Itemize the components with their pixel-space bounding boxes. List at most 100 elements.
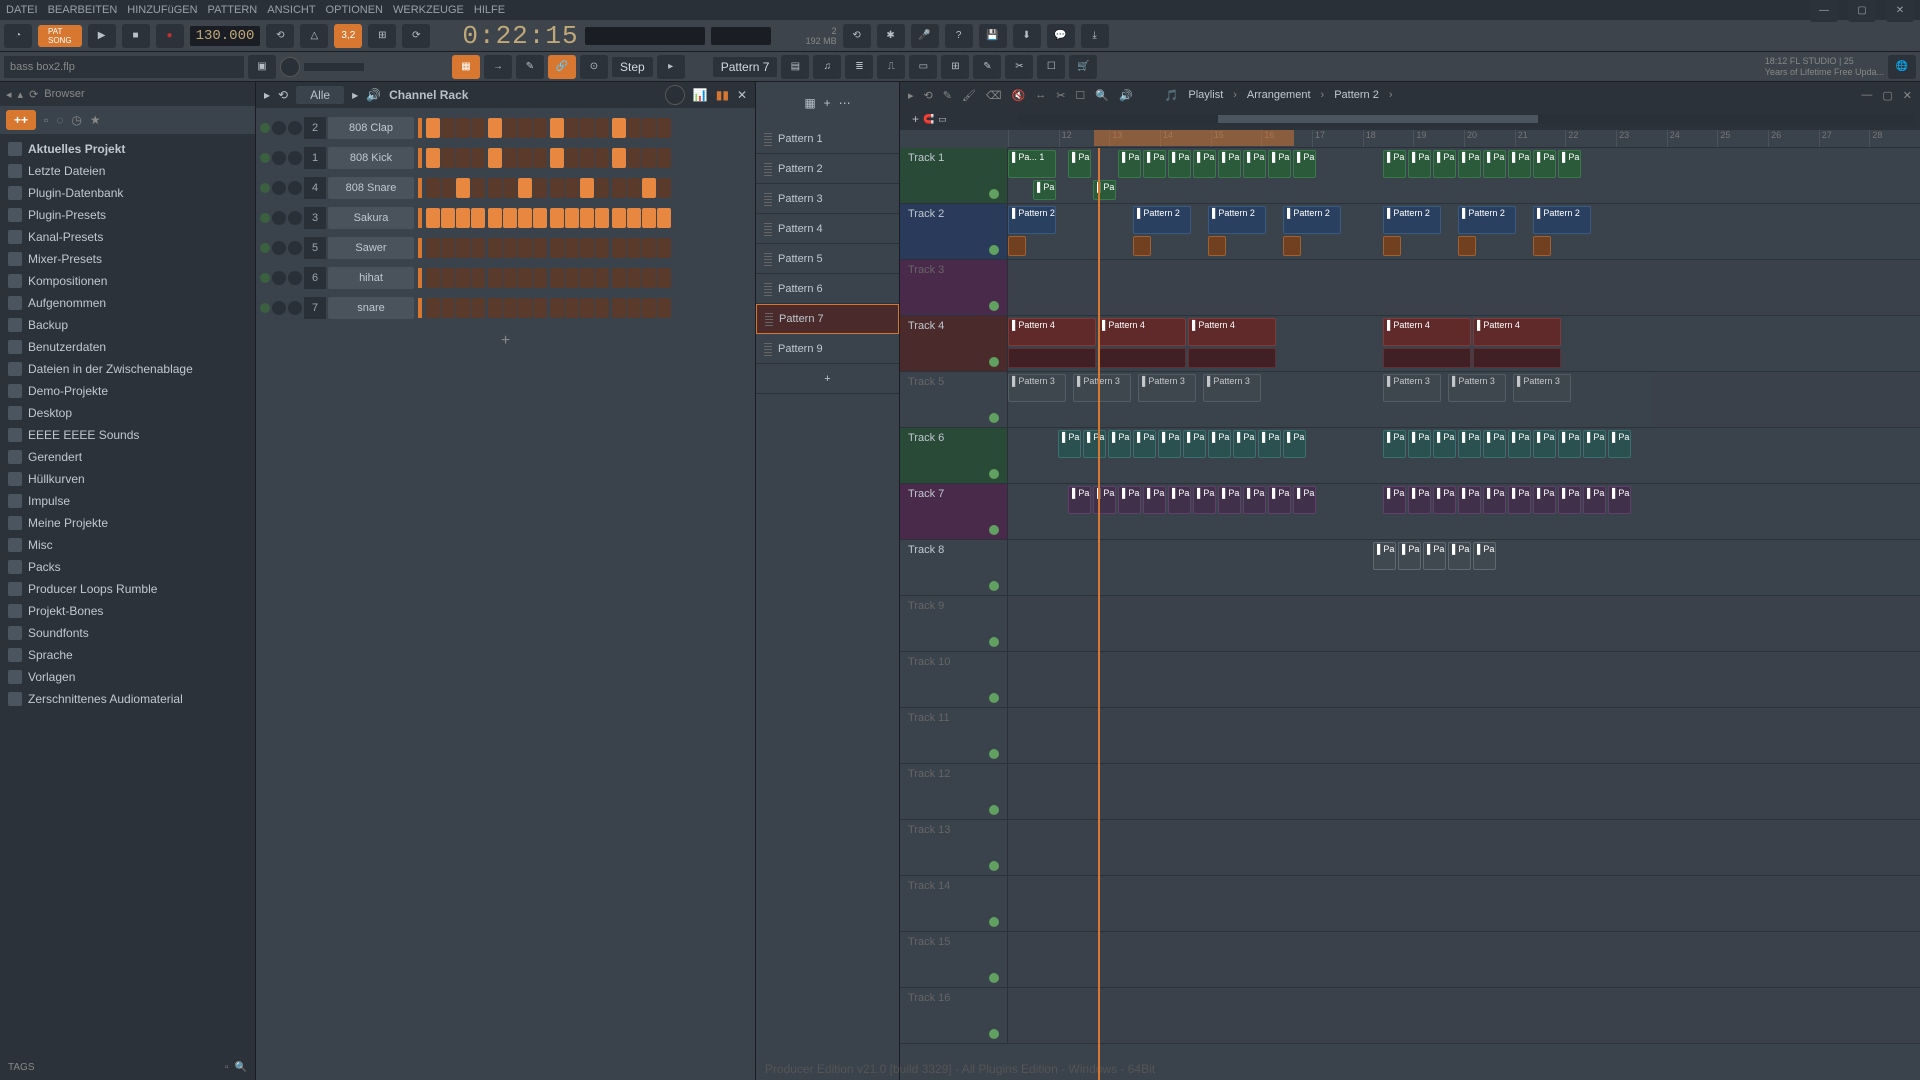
channel-name-button[interactable]: 808 Clap [328,117,414,139]
clip[interactable]: ▌Pa... 6 [1508,486,1531,514]
playlist-minimap[interactable] [1018,114,1914,124]
breadcrumb-arrangement[interactable]: Arrangement [1247,89,1311,101]
track-header[interactable]: Track 13 [900,820,1008,875]
pattern-item[interactable]: Pattern 4 [756,214,899,244]
step-cell[interactable] [456,178,470,198]
track-header[interactable]: Track 7 [900,484,1008,539]
step-cell[interactable] [441,118,455,138]
pl-tool-draw-icon[interactable]: ✎ [943,89,952,102]
channel-mute-led[interactable] [260,183,270,193]
track-lane[interactable] [1008,988,1920,1043]
pl-tool-zoom-icon[interactable]: 🔍 [1095,89,1109,102]
clip[interactable]: ▌Pa... 6 [1533,486,1556,514]
clip[interactable]: ▌Pa... 6 [1608,486,1631,514]
plugin-picker-icon[interactable]: ⊞ [941,55,969,79]
render-icon[interactable]: ⬇ [1013,24,1041,48]
main-pitch-slider[interactable] [304,63,364,71]
browser-item[interactable]: Vorlagen [0,666,255,688]
snap-next-icon[interactable]: ▸ [657,55,685,79]
step-cell[interactable] [503,298,517,318]
live-mode-icon[interactable]: ⊙ [580,55,608,79]
step-cell[interactable] [426,208,440,228]
step-cell[interactable] [518,268,532,288]
clip[interactable]: ▌Pa... 6 [1093,486,1116,514]
step-cell[interactable] [533,178,547,198]
clip[interactable]: ▌Pattern 4 [1383,318,1471,346]
clip[interactable]: ▌Pa... 6 [1608,430,1631,458]
channel-select[interactable] [418,208,422,228]
track-header[interactable]: Track 8 [900,540,1008,595]
menu-datei[interactable]: DATEI [6,4,38,16]
time-counter[interactable]: 0:22:15 [462,21,578,51]
channel-name-button[interactable]: Sakura [328,207,414,229]
track-header[interactable]: Track 11 [900,708,1008,763]
step-cell[interactable] [426,268,440,288]
step-cell[interactable] [456,298,470,318]
pl-source-icon[interactable]: 🎵 [1165,89,1179,102]
cr-restart-icon[interactable]: ⟲ [278,88,288,102]
browser-item[interactable]: Kanal-Presets [0,226,255,248]
step-cell[interactable] [456,268,470,288]
clip[interactable]: ▌Pattern 3 [1008,374,1066,402]
clip[interactable]: ▌Pattern 2 [1533,206,1591,234]
clip[interactable]: ▌Pa... 1 [1218,150,1241,178]
step-cell[interactable] [595,268,609,288]
progress-ring-icon[interactable]: ◔ [4,24,32,48]
step-cell[interactable] [456,238,470,258]
clip[interactable]: ▌Pattern 2 [1458,206,1516,234]
pattern-options-icon[interactable]: ⋯ [839,96,851,110]
clip[interactable]: ▌Pa... 1 [1268,150,1291,178]
step-cell[interactable] [533,238,547,258]
step-cell[interactable] [488,238,502,258]
step-cell[interactable] [657,148,671,168]
browser-item[interactable]: Meine Projekte [0,512,255,534]
news-panel[interactable]: 18:12 FL STUDIO | 25 Years of Lifetime F… [1765,56,1884,78]
step-cell[interactable] [441,148,455,168]
browser-item[interactable]: Misc [0,534,255,556]
clip[interactable]: ▌Pa... 6 [1258,430,1281,458]
menu-werkzeuge[interactable]: WERKZEUGE [393,4,464,16]
step-cell[interactable] [595,148,609,168]
step-cell[interactable] [657,178,671,198]
pl-tool-erase-icon[interactable]: ⌫ [986,89,1002,102]
channel-mute-led[interactable] [260,123,270,133]
clip[interactable]: ▌Pa... 6 [1118,486,1141,514]
pl-tool-slice-icon[interactable]: ✂ [1056,89,1065,102]
step-cell[interactable] [518,118,532,138]
step-cell[interactable] [612,238,626,258]
channel-vol-knob[interactable] [288,301,302,315]
clip[interactable] [1208,236,1226,256]
step-cell[interactable] [503,148,517,168]
clip[interactable]: ▌Pa... 6 [1168,486,1191,514]
pl-tool-slip-icon[interactable]: ↔ [1035,89,1046,101]
step-cell[interactable] [565,298,579,318]
clip[interactable]: ▌Pa... 6 [1458,486,1481,514]
pl-magnet-icon[interactable]: 🧲 [923,114,934,125]
track-lane[interactable] [1008,260,1920,315]
step-cell[interactable] [441,178,455,198]
step-cell[interactable] [471,268,485,288]
browser-item[interactable]: Gerendert [0,446,255,468]
browser-item[interactable]: Letzte Dateien [0,160,255,182]
clip[interactable]: ▌Pa... 6 [1068,486,1091,514]
track-header[interactable]: Track 6 [900,428,1008,483]
step-cell[interactable] [518,208,532,228]
step-cell[interactable] [565,118,579,138]
track-lane[interactable] [1008,876,1920,931]
clip[interactable]: ▌Pa... 1 [1408,150,1431,178]
clip[interactable]: ▌Pa... 6 [1293,486,1316,514]
clip[interactable]: ▌Pa... 1 [1243,150,1266,178]
track-mute-led[interactable] [989,861,999,871]
step-cell[interactable] [471,298,485,318]
channel-mute-led[interactable] [260,273,270,283]
step-cell[interactable] [533,298,547,318]
channel-vol-knob[interactable] [288,211,302,225]
browser-clock-icon[interactable]: ◷ [71,113,81,127]
step-cell[interactable] [627,268,641,288]
clip[interactable] [1383,236,1401,256]
step-cell[interactable] [518,238,532,258]
midi-settings-icon[interactable]: ✱ [877,24,905,48]
cr-swing-knob[interactable] [665,85,685,105]
clip[interactable]: ▌Pa... 6 [1583,486,1606,514]
browser-item[interactable]: Producer Loops Rumble [0,578,255,600]
